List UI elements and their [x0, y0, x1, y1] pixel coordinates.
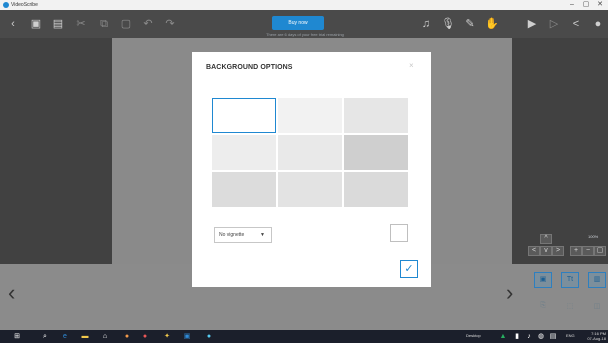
nav-left-button[interactable]: <: [528, 246, 540, 256]
tray-desktop-label[interactable]: Desktop: [466, 333, 481, 338]
transition-icon[interactable]: ⬚: [563, 302, 577, 312]
app-icon-4[interactable]: ▣: [182, 332, 192, 341]
trial-remaining-text: There are 6 days of your free trial rema…: [266, 32, 344, 37]
language-indicator[interactable]: ENG: [566, 333, 575, 338]
swatch-texture-dark[interactable]: [344, 135, 408, 170]
vignette-value: No vignette: [219, 232, 245, 238]
videoscribe-taskbar-icon[interactable]: ●: [204, 332, 214, 341]
canvas-side-left: [0, 38, 112, 264]
zoom-in-button[interactable]: +: [570, 246, 582, 256]
swatch-paper-4[interactable]: [278, 172, 342, 207]
battery-icon[interactable]: ▮: [512, 332, 522, 341]
preview-icon[interactable]: ▷: [546, 15, 562, 33]
chevron-down-icon: ▼: [260, 232, 265, 238]
music-icon[interactable]: ♫: [418, 15, 434, 33]
close-button[interactable]: ✕: [594, 0, 606, 10]
main-toolbar: ‹ ▣ ▤ ✂ ⧉ ▢ ↶ ↷ Buy now There are 6 days…: [0, 10, 608, 38]
swatch-noise[interactable]: [212, 172, 276, 207]
app-icon-2[interactable]: ●: [140, 332, 150, 341]
paste-icon[interactable]: ▢: [118, 15, 134, 33]
redo-icon[interactable]: ↷: [162, 15, 178, 33]
zoom-out-button[interactable]: −: [582, 246, 594, 256]
app-icon-1[interactable]: ●: [122, 332, 132, 341]
dialog-close-button[interactable]: ×: [409, 61, 414, 70]
zoom-level: 100%: [588, 234, 599, 239]
dialog-title: BACKGROUND OPTIONS: [206, 64, 293, 71]
swatch-paper-mid[interactable]: [344, 98, 408, 133]
nav-down-button[interactable]: v: [540, 246, 552, 256]
properties-icon[interactable]: ◫: [590, 302, 604, 312]
pen-icon[interactable]: ✎: [462, 15, 478, 33]
voiceover-icon[interactable]: 🎙: [440, 15, 456, 33]
search-icon[interactable]: ⌕: [40, 332, 50, 341]
swatch-paper-light[interactable]: [278, 98, 342, 133]
app-icon-3[interactable]: ✦: [162, 332, 172, 341]
add-text-button[interactable]: Tt: [561, 272, 579, 288]
play-icon[interactable]: ▶: [524, 15, 540, 33]
timeline-prev-button[interactable]: ‹: [8, 282, 22, 304]
save-icon[interactable]: ▣: [28, 15, 44, 33]
maximize-button[interactable]: ▢: [580, 0, 592, 10]
nav-right-button[interactable]: >: [552, 246, 564, 256]
store-icon[interactable]: ⌂: [100, 332, 110, 341]
undo-icon[interactable]: ↶: [140, 15, 156, 33]
camera-icon[interactable]: ⎘: [536, 302, 550, 312]
minimize-button[interactable]: –: [566, 0, 578, 10]
background-swatch-grid: [212, 98, 408, 208]
background-color-picker[interactable]: [390, 224, 408, 242]
tray-up-icon[interactable]: ▲: [498, 332, 508, 341]
add-chart-button[interactable]: ▥: [588, 272, 606, 288]
back-icon[interactable]: ‹: [5, 15, 21, 33]
taskbar: ⊞ ⌕ e ▬ ⌂ ● ● ✦ ▣ ● Desktop ▲ ▮ ♪ ◍ ▤ EN…: [0, 330, 608, 343]
help-icon[interactable]: ●: [590, 15, 606, 33]
save-as-icon[interactable]: ▤: [50, 15, 66, 33]
clock-date: 07-Aug-18: [587, 336, 606, 341]
share-icon[interactable]: <: [568, 15, 584, 33]
fit-button[interactable]: ▢: [594, 246, 606, 256]
swatch-paper-2[interactable]: [212, 135, 276, 170]
app-icon: [3, 2, 9, 8]
folder-icon[interactable]: ▬: [80, 332, 90, 341]
buy-now-button[interactable]: Buy now: [272, 16, 324, 30]
add-image-button[interactable]: ▣: [534, 272, 552, 288]
nav-up-button[interactable]: ^: [540, 234, 552, 244]
swatch-paper-3[interactable]: [278, 135, 342, 170]
swatch-white[interactable]: [212, 98, 276, 133]
window-title: VideoScribe: [11, 2, 38, 8]
title-bar: VideoScribe – ▢ ✕: [0, 0, 608, 10]
hand-icon[interactable]: ✋: [484, 15, 500, 33]
clock[interactable]: 7:16 PM 07-Aug-18: [582, 331, 606, 341]
volume-icon[interactable]: ♪: [524, 332, 534, 341]
notification-icon[interactable]: ▤: [548, 332, 558, 341]
background-options-dialog: BACKGROUND OPTIONS × No vignette ▼ ✓: [192, 52, 431, 287]
network-icon[interactable]: ◍: [536, 332, 546, 341]
swatch-crumpled[interactable]: [344, 172, 408, 207]
copy-icon[interactable]: ⧉: [96, 15, 112, 33]
timeline-next-button[interactable]: ›: [506, 282, 520, 304]
browser-icon[interactable]: e: [60, 332, 70, 341]
cut-icon[interactable]: ✂: [73, 15, 89, 33]
vignette-select[interactable]: No vignette ▼: [214, 227, 272, 243]
start-icon[interactable]: ⊞: [12, 332, 22, 341]
confirm-button[interactable]: ✓: [400, 260, 418, 278]
canvas-side-right: [512, 38, 608, 264]
